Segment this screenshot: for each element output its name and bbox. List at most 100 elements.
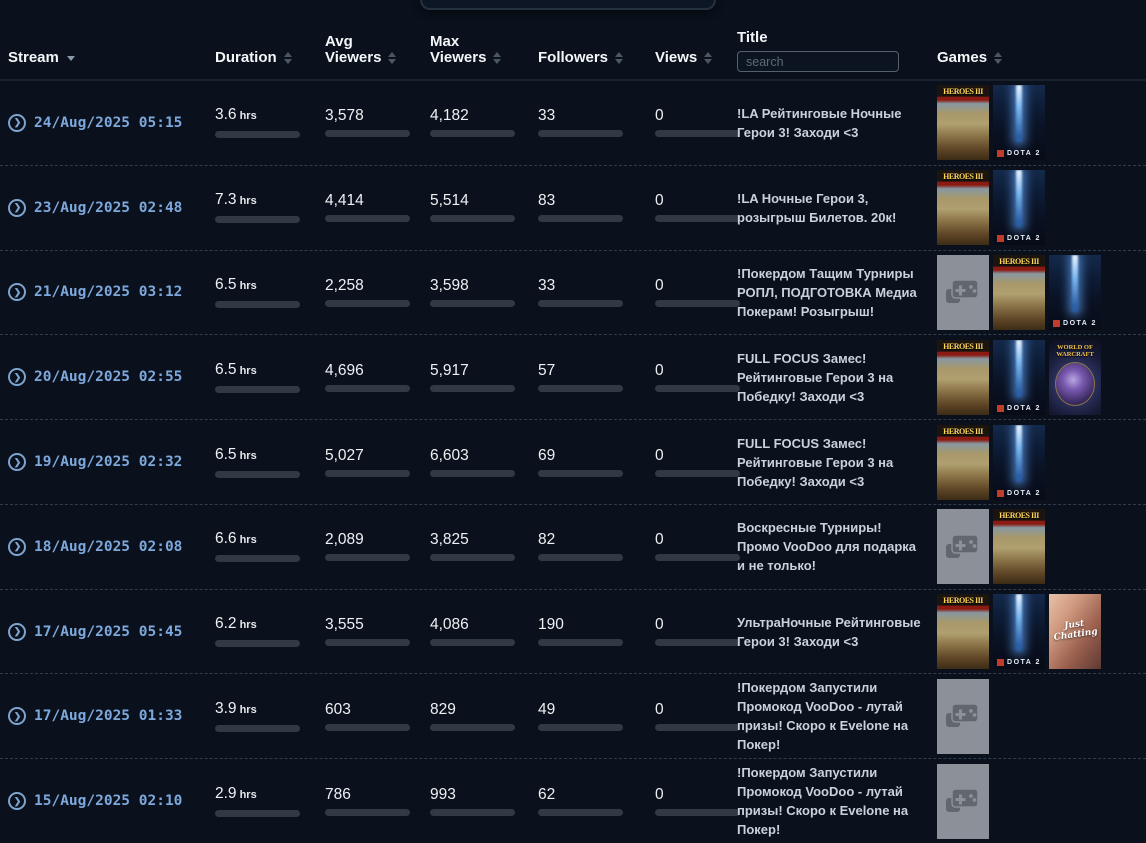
expand-stream-icon[interactable]: ❯ (8, 113, 26, 132)
game-cover-heroes3[interactable]: HEROES III (937, 170, 989, 246)
avg-viewers-bar (325, 639, 410, 647)
duration-value: 6.5 (215, 445, 237, 463)
game-cover-placeholder[interactable] (937, 678, 989, 754)
column-header-followers[interactable]: Followers (538, 0, 655, 79)
max-viewers-bar (430, 554, 515, 562)
sort-desc-icon[interactable] (66, 55, 75, 61)
game-cover-dota2[interactable]: DOTA 2 (993, 85, 1045, 161)
expand-stream-icon[interactable]: ❯ (8, 453, 26, 472)
title-search-input[interactable] (737, 51, 899, 72)
column-header-avg-viewers[interactable]: Avg Viewers (325, 0, 430, 79)
game-cover-heroes3[interactable]: HEROES III (937, 85, 989, 161)
column-header-views[interactable]: Views (655, 0, 737, 79)
stream-date[interactable]: 17/Aug/2025 01:33 (34, 708, 182, 724)
max-viewers-value: 5,917 (430, 361, 469, 379)
column-header-views-label: Views (655, 49, 698, 66)
followers-value: 62 (538, 785, 556, 803)
stream-table-body: ❯ 24/Aug/2025 05:15 3.6 hrs 3,578 4,182 3… (0, 81, 1146, 843)
views-cell: 0 (655, 447, 740, 477)
sort-icon[interactable] (994, 52, 1003, 64)
game-cover-heroes3[interactable]: HEROES III (993, 254, 1045, 330)
duration-cell: 6.5 hrs (215, 445, 325, 478)
followers-bar (538, 215, 623, 223)
stream-cell: ❯ 21/Aug/2025 03:12 (8, 283, 215, 302)
max-viewers-bar (430, 215, 515, 223)
max-viewers-bar (430, 384, 515, 392)
followers-bar (538, 384, 623, 392)
sort-icon[interactable] (283, 52, 292, 64)
max-viewers-cell: 5,514 (430, 193, 538, 223)
game-cover-wow[interactable]: WORLD OF WARCRAFT (1049, 339, 1101, 415)
followers-bar (538, 723, 623, 731)
stream-cell: ❯ 17/Aug/2025 05:45 (8, 622, 215, 641)
avg-viewers-value: 603 (325, 700, 351, 718)
duration-bar (215, 300, 300, 308)
game-cover-just-chatting[interactable]: Just Chatting (1049, 594, 1101, 670)
followers-value: 190 (538, 616, 564, 634)
game-cover-dota2[interactable]: DOTA 2 (1049, 254, 1101, 330)
game-cover-placeholder[interactable] (937, 763, 989, 839)
column-header-duration[interactable]: Duration (215, 0, 325, 79)
game-cover-placeholder[interactable] (937, 509, 989, 585)
stream-date[interactable]: 21/Aug/2025 03:12 (34, 284, 182, 300)
stream-date[interactable]: 18/Aug/2025 02:08 (34, 539, 182, 555)
avg-viewers-bar (325, 808, 410, 816)
column-header-games[interactable]: Games (937, 0, 1146, 79)
expand-stream-icon[interactable]: ❯ (8, 622, 26, 641)
stream-date[interactable]: 17/Aug/2025 05:45 (34, 624, 182, 640)
followers-value: 33 (538, 107, 556, 125)
stream-date[interactable]: 23/Aug/2025 02:48 (34, 200, 182, 216)
expand-stream-icon[interactable]: ❯ (8, 707, 26, 726)
game-cover-placeholder[interactable] (937, 254, 989, 330)
sort-icon[interactable] (615, 52, 624, 64)
game-cover-heroes3[interactable]: HEROES III (937, 424, 989, 500)
stream-row: ❯ 23/Aug/2025 02:48 7.3 hrs 4,414 5,514 8… (0, 164, 1146, 250)
stream-date[interactable]: 20/Aug/2025 02:55 (34, 369, 182, 385)
game-cover-dota2[interactable]: DOTA 2 (993, 339, 1045, 415)
column-header-games-label: Games (937, 49, 988, 66)
expand-stream-icon[interactable]: ❯ (8, 537, 26, 556)
column-header-stream[interactable]: Stream (8, 0, 215, 79)
followers-value: 57 (538, 361, 556, 379)
expand-stream-icon[interactable]: ❯ (8, 198, 26, 217)
game-cover-dota2[interactable]: DOTA 2 (993, 594, 1045, 670)
followers-cell: 33 (538, 107, 655, 138)
followers-bar (538, 469, 623, 477)
views-value: 0 (655, 192, 664, 210)
duration-cell: 6.5 hrs (215, 361, 325, 393)
game-cover-heroes3[interactable]: HEROES III (993, 509, 1045, 585)
duration-cell: 2.9 hrs (215, 785, 325, 817)
sort-icon[interactable] (704, 52, 713, 64)
avg-viewers-cell: 603 (325, 702, 430, 731)
stream-cell: ❯ 23/Aug/2025 02:48 (8, 198, 215, 217)
game-cover-heroes3[interactable]: HEROES III (937, 339, 989, 415)
max-viewers-value: 993 (430, 785, 456, 803)
duration-bar (215, 555, 300, 563)
avg-viewers-cell: 786 (325, 786, 430, 816)
expand-stream-icon[interactable]: ❯ (8, 283, 26, 302)
sort-icon[interactable] (493, 52, 502, 64)
duration-unit: hrs (239, 279, 257, 292)
stream-date[interactable]: 15/Aug/2025 02:10 (34, 793, 182, 809)
expand-stream-icon[interactable]: ❯ (8, 368, 26, 387)
duration-unit: hrs (239, 703, 257, 716)
max-viewers-cell: 4,182 (430, 108, 538, 138)
duration-value: 6.2 (215, 615, 237, 633)
duration-unit: hrs (239, 364, 257, 377)
duration-bar (215, 470, 300, 478)
game-cover-dota2[interactable]: DOTA 2 (993, 170, 1045, 246)
expand-stream-icon[interactable]: ❯ (8, 792, 26, 811)
stream-date[interactable]: 19/Aug/2025 02:32 (34, 454, 182, 470)
column-header-max-viewers[interactable]: Max Viewers (430, 0, 538, 79)
views-value: 0 (655, 276, 664, 294)
game-cover-dota2[interactable]: DOTA 2 (993, 424, 1045, 500)
max-viewers-value: 4,086 (430, 616, 469, 634)
duration-cell: 6.6 hrs (215, 531, 325, 563)
sort-icon[interactable] (388, 52, 397, 64)
game-cover-heroes3[interactable]: HEROES III (937, 594, 989, 670)
stream-date[interactable]: 24/Aug/2025 05:15 (34, 115, 182, 131)
followers-value: 82 (538, 531, 556, 549)
games-cell: HEROES III DOTA 2 (937, 170, 1146, 246)
table-header: Stream Duration Avg Viewers Max Viewers … (0, 0, 1146, 81)
views-bar (655, 554, 740, 562)
